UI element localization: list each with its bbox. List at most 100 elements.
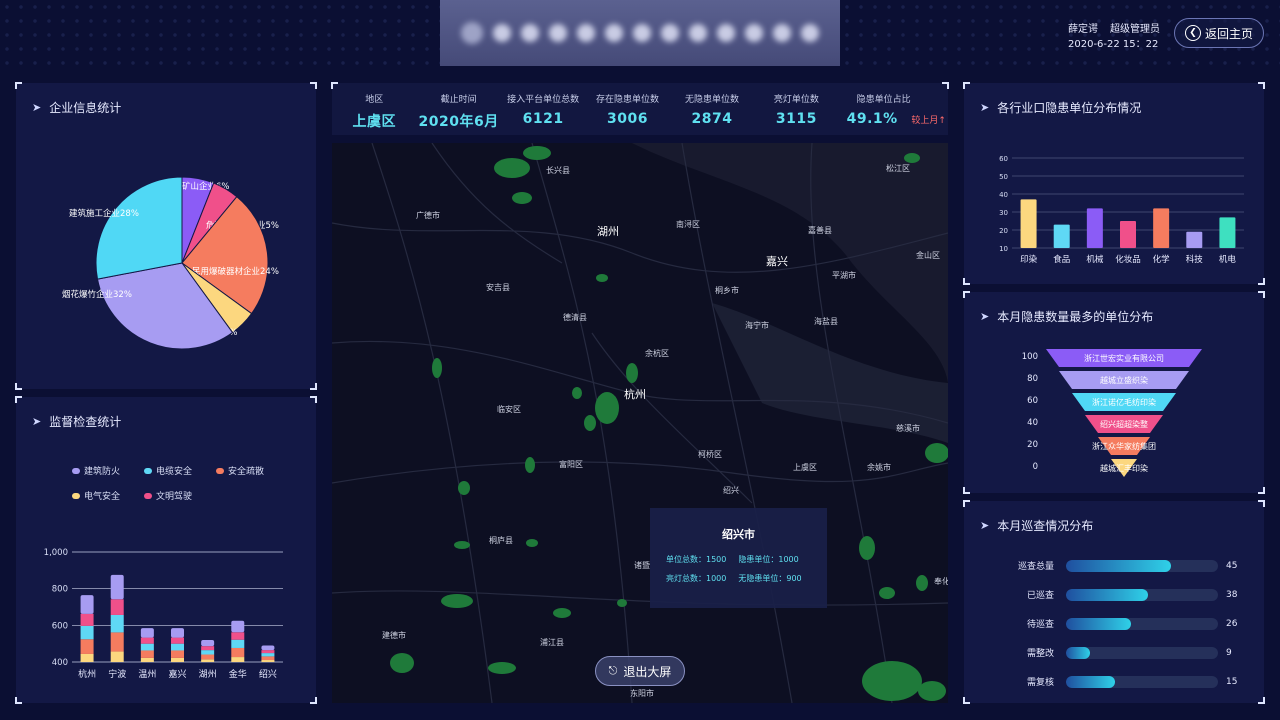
map-label: 金山区: [916, 251, 940, 260]
panel-title-text: 本月巡查情况分布: [997, 519, 1094, 533]
industry-panel: ➤ 各行业口隐患单位分布情况 60 50 40 30 20 10 印染 食品 机械 化妆品 化学 科技机…: [963, 82, 1265, 285]
pie-slice: [95, 176, 183, 280]
patrol-value: 38: [1226, 589, 1238, 600]
map-label: 嘉善县: [808, 226, 832, 235]
patrol-track: [1066, 588, 1218, 601]
patrol-fill: [1066, 588, 1149, 601]
stat-value: 3006: [607, 111, 649, 127]
stacked-bar-segment: [201, 646, 215, 651]
exit-fullscreen-button[interactable]: ⎋ 退出大屏: [595, 656, 685, 686]
map-label: 上虞区: [793, 463, 817, 472]
user-name: 薛定谔: [1068, 24, 1098, 35]
map-label: 柯桥区: [698, 450, 722, 459]
corner: [1258, 500, 1265, 507]
blur-dot: [605, 24, 623, 42]
pie-slice-label: 民用爆破器材企业24%: [192, 266, 279, 277]
stat-label: 隐患单位占比: [856, 95, 911, 105]
patrol-value: 9: [1226, 647, 1232, 658]
patrol-track: [1066, 675, 1218, 688]
map-label: 海宁市: [745, 321, 769, 330]
blur-dot: [521, 24, 539, 42]
stacked-bar-segment: [140, 643, 154, 651]
map-label: 广德市: [416, 211, 440, 220]
patrol-value: 15: [1226, 676, 1238, 687]
bar: [1120, 221, 1136, 248]
blur-dot: [493, 24, 511, 42]
map-label: 浦江县: [540, 638, 564, 647]
y-tick-label: 40: [999, 191, 1008, 199]
map-label: 奉化: [934, 577, 948, 586]
stat-label: 存在隐患单位数: [596, 95, 660, 105]
stacked-bar-segment: [201, 654, 215, 660]
patrol-fill: [1066, 675, 1115, 688]
blur-dot: [577, 24, 595, 42]
x-tick-label: 湖州: [199, 669, 217, 680]
stacked-bar-segment: [110, 614, 124, 633]
stacked-bar-segment: [140, 637, 154, 644]
user-role: 超级管理员: [1110, 24, 1160, 35]
stat-label: 地区: [365, 95, 384, 105]
y-tick-label: 100: [1022, 352, 1038, 362]
stat-hazard-ratio: 隐患单位占比 49.1% 较上月↑: [839, 83, 948, 135]
map-label: 南浔区: [676, 220, 700, 229]
stacked-bar-segment: [80, 639, 94, 654]
corner: [963, 500, 970, 507]
y-tick-label: 800: [52, 585, 68, 595]
x-tick-label: 食品: [1053, 254, 1070, 265]
stacked-bar-segment: [80, 613, 94, 626]
y-tick-label: 20: [999, 227, 1008, 235]
x-tick-label: 杭州: [78, 668, 96, 680]
stacked-bar-segment: [110, 574, 124, 600]
x-tick-label: 机电: [1219, 254, 1237, 265]
patrol-row: 待巡查 26: [980, 617, 1246, 630]
blur-dot: [717, 24, 735, 42]
stacked-bar-segment: [140, 650, 154, 658]
map-label: 临安区: [497, 405, 521, 414]
patrol-track: [1066, 617, 1218, 630]
stat-value: 上虞区: [352, 114, 396, 130]
stacked-bar-segment: [201, 640, 215, 647]
blur-dot: [633, 24, 651, 42]
send-arrow-icon: ➤: [980, 519, 990, 532]
x-tick-label: 化妆品: [1115, 254, 1141, 265]
stats-bar: 地区 上虞区 截止时间 2020年6月 接入平台单位总数 6121 存在隐患单位数 30…: [331, 82, 949, 135]
bar: [1086, 208, 1103, 248]
bar: [1153, 208, 1170, 248]
patrol-fill: [1066, 617, 1132, 630]
stacked-bar-segment: [80, 595, 94, 614]
map-label: 杭州: [624, 388, 646, 401]
x-tick-label: 金华: [229, 668, 247, 680]
map-view[interactable]: 长兴县 广德市 湖州 南浔区 嘉善县 松江区 嘉兴 平湖市 金山区 安吉县 桐乡…: [332, 143, 948, 703]
stat-value: 3115: [775, 111, 817, 127]
popup-value: 亮灯总数：1000: [666, 574, 727, 583]
patrol-row: 需整改 9: [980, 646, 1246, 659]
stacked-bar-segment: [201, 650, 215, 655]
y-tick-label: 30: [999, 209, 1008, 217]
y-tick-label: 600: [52, 621, 68, 631]
patrol-row: 已巡查 38: [980, 588, 1246, 601]
stat-label: 接入平台单位总数: [507, 95, 580, 105]
bar: [1020, 199, 1037, 248]
stat-value: 6121: [522, 111, 564, 127]
map-label: 建德市: [382, 631, 406, 640]
stacked-bar-segment: [261, 645, 275, 651]
popup-row: 亮灯总数：1000 无隐患单位：900: [666, 573, 827, 584]
home-button[interactable]: ❮ 返回主页: [1174, 18, 1264, 48]
x-tick-label: 绍兴: [259, 668, 277, 680]
supervision-bar-chart: 1,000 800 600 400 杭州 宁波 温州 嘉兴 湖州 金华 绍兴: [44, 548, 283, 680]
y-tick-label: 50: [999, 173, 1008, 181]
stacked-bar-segment: [171, 650, 184, 658]
stat-label: 亮灯单位数: [773, 95, 819, 105]
stacked-bar-segment: [110, 651, 124, 662]
x-tick-label: 机械: [1086, 254, 1104, 265]
map-label: 海盐县: [814, 317, 838, 326]
enterprise-panel: ➤企业信息统计 矿山企业6%危险化学品企业5%民用爆破器材企业24%其他企业5%…: [15, 82, 317, 390]
pie-slice-label: 烟花爆竹企业32%: [62, 289, 132, 300]
blur-dot: [745, 24, 763, 42]
stacked-bar-segment: [171, 643, 184, 651]
popup-value: 单位总数：1500: [666, 555, 727, 564]
popup-value: 无隐患单位：900: [738, 574, 802, 583]
map-label: 湖州: [597, 225, 619, 238]
stacked-bar-segment: [110, 599, 124, 615]
map-label: 余杭区: [645, 349, 669, 358]
